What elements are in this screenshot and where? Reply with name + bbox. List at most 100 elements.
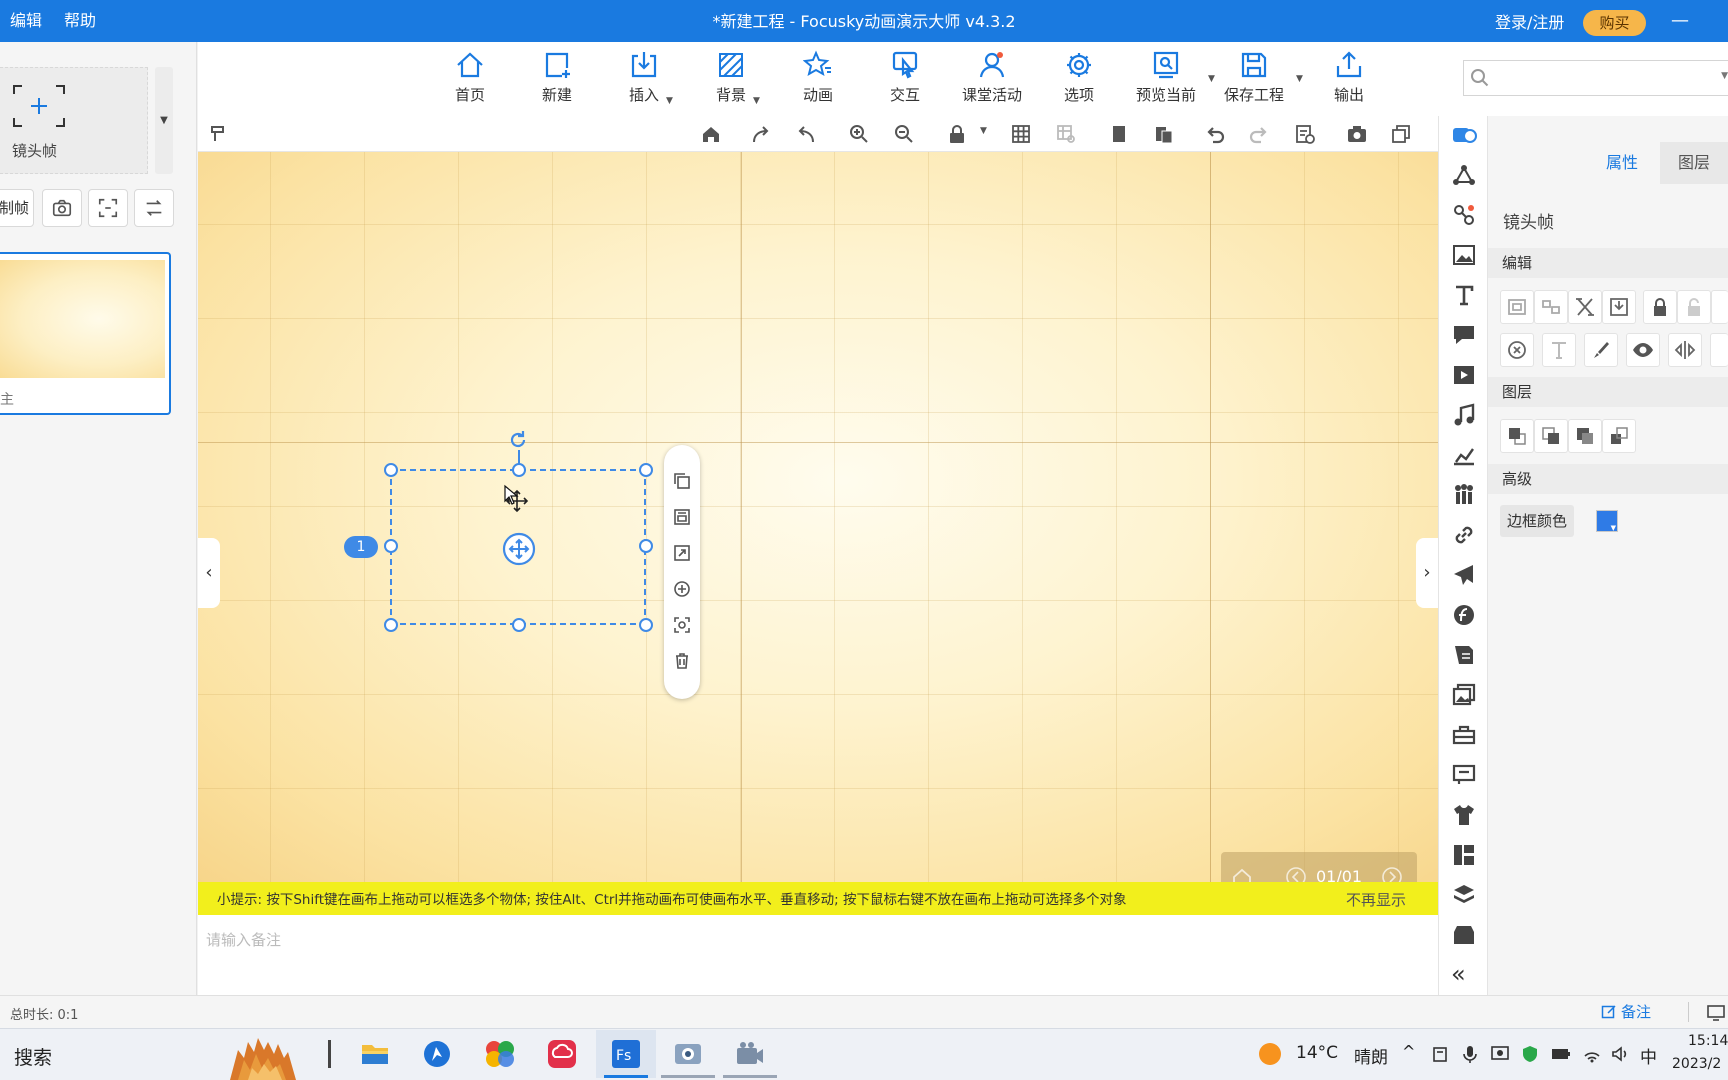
send-backward-button[interactable]: [1568, 419, 1602, 453]
screen-icon[interactable]: [1706, 1004, 1726, 1022]
unlock-object-button[interactable]: [1677, 290, 1711, 324]
add-frame-button[interactable]: 镜头帧: [0, 67, 148, 174]
resize-handle-se[interactable]: [639, 618, 653, 632]
shapes-icon[interactable]: [1451, 162, 1477, 188]
smartart-icon[interactable]: [1451, 202, 1477, 228]
tray-battery-icon[interactable]: [1550, 1044, 1572, 1064]
tip-dismiss-link[interactable]: 不再显示: [1346, 882, 1406, 915]
taskbar-file-explorer[interactable]: [346, 1030, 406, 1078]
taskbar-search[interactable]: 搜索: [14, 1043, 52, 1070]
search-dropdown-icon[interactable]: ▼: [1721, 71, 1728, 81]
frame-background-icon[interactable]: [672, 507, 692, 527]
copy-frame-button[interactable]: 制帧: [0, 189, 34, 227]
tray-ime-indicator[interactable]: 中: [1640, 1043, 1657, 1068]
rotate-handle-icon[interactable]: [506, 428, 530, 452]
undo-icon[interactable]: [1204, 123, 1226, 145]
minimize-button[interactable]: —: [1665, 8, 1695, 34]
snap-grid-icon[interactable]: [1055, 123, 1077, 145]
edit-btn-more[interactable]: [1711, 290, 1728, 324]
video-icon[interactable]: [1451, 362, 1477, 388]
ribbon-home-button[interactable]: 首页: [430, 50, 510, 112]
taskbar-focusky[interactable]: Fs: [596, 1030, 656, 1078]
collapse-panel-icon[interactable]: «: [1451, 960, 1466, 988]
weather-condition[interactable]: 晴朗: [1354, 1043, 1388, 1068]
frame-thumbnail[interactable]: 主: [0, 252, 171, 415]
toolbox-icon[interactable]: [1451, 722, 1477, 748]
tray-microphone-icon[interactable]: [1460, 1044, 1480, 1064]
resize-handle-nw[interactable]: [384, 463, 398, 477]
ribbon-export-button[interactable]: 输出: [1309, 50, 1389, 112]
ribbon-insert-button[interactable]: 插入 ▼: [604, 50, 684, 112]
resize-handle-ne[interactable]: [639, 463, 653, 477]
copy-icon[interactable]: [1108, 123, 1130, 145]
frame-focus-icon[interactable]: [672, 615, 692, 635]
home-view-icon[interactable]: [700, 123, 722, 145]
lock-dropdown-icon[interactable]: ▼: [980, 126, 987, 136]
ribbon-interact-button[interactable]: 交互: [865, 50, 945, 112]
taskbar-app-2[interactable]: [408, 1030, 468, 1078]
canvas[interactable]: [198, 152, 1438, 882]
tray-wifi-icon[interactable]: [1582, 1044, 1602, 1064]
ribbon-classroom-button[interactable]: 课堂活动: [952, 50, 1032, 112]
grid-icon[interactable]: [1010, 123, 1032, 145]
taskbar-app-6[interactable]: [658, 1030, 718, 1078]
text-icon[interactable]: [1451, 282, 1477, 308]
menu-help[interactable]: 帮助: [64, 0, 96, 42]
edit-btn-5[interactable]: [1500, 333, 1534, 367]
frame-number-badge[interactable]: 1: [344, 536, 378, 558]
add-frame-dropdown[interactable]: ▼: [155, 67, 173, 174]
canvas-left-arrow[interactable]: ‹: [198, 538, 220, 608]
login-register-link[interactable]: 登录/注册: [1495, 0, 1564, 42]
document-icon[interactable]: [1451, 642, 1477, 668]
paste-icon[interactable]: [1153, 123, 1175, 145]
zoom-out-icon[interactable]: [893, 123, 915, 145]
resize-handle-w[interactable]: [384, 539, 398, 553]
resize-handle-s[interactable]: [512, 618, 526, 632]
layers-icon[interactable]: [1451, 882, 1477, 908]
edit-btn-3[interactable]: [1568, 290, 1602, 324]
history-icon[interactable]: [1294, 123, 1316, 145]
notes-area[interactable]: [198, 915, 1438, 995]
bring-forward-button[interactable]: [1534, 419, 1568, 453]
taskbar-app-7[interactable]: [720, 1030, 780, 1078]
tray-usb-icon[interactable]: [1430, 1044, 1450, 1064]
move-handle-icon[interactable]: [502, 532, 536, 566]
tray-clock-date[interactable]: 2023/2: [1672, 1056, 1721, 1072]
ribbon-animation-button[interactable]: 动画: [778, 50, 858, 112]
window-mode-icon[interactable]: [1390, 123, 1412, 145]
gallery-icon[interactable]: [1451, 682, 1477, 708]
edit-btn-7[interactable]: [1584, 333, 1618, 367]
save-caret-icon[interactable]: ▼: [1296, 74, 1303, 84]
flash-icon[interactable]: [1451, 602, 1477, 628]
frame-copy-icon[interactable]: [672, 471, 692, 491]
ribbon-new-button[interactable]: 新建: [517, 50, 597, 112]
frame-add-icon-small[interactable]: [672, 579, 692, 599]
resize-handle-e[interactable]: [639, 539, 653, 553]
chart-icon[interactable]: [1451, 442, 1477, 468]
edit-btn-2[interactable]: [1534, 290, 1568, 324]
lock-object-button[interactable]: [1643, 290, 1677, 324]
search-input[interactable]: ▼: [1463, 60, 1728, 96]
buy-button[interactable]: 购买: [1583, 10, 1646, 36]
layout-icon[interactable]: [1451, 842, 1477, 868]
image-icon[interactable]: [1451, 242, 1477, 268]
resize-handle-n[interactable]: [512, 463, 526, 477]
frame-expand-icon[interactable]: [672, 543, 692, 563]
tray-volume-icon[interactable]: [1610, 1044, 1630, 1064]
tab-properties[interactable]: 属性: [1584, 142, 1660, 184]
edit-btn-6[interactable]: [1542, 333, 1576, 367]
edit-btn-9[interactable]: [1668, 333, 1702, 367]
rotate-right-icon[interactable]: [750, 123, 772, 145]
snapshot-frame-button[interactable]: [42, 189, 82, 227]
ribbon-save-button[interactable]: 保存工程 ▼: [1214, 50, 1303, 112]
music-icon[interactable]: [1451, 402, 1477, 428]
screenshot-camera-icon[interactable]: [1346, 123, 1368, 145]
link-icon[interactable]: [1451, 522, 1477, 548]
speech-bubble-icon[interactable]: [1451, 322, 1477, 348]
send-to-back-button[interactable]: [1602, 419, 1636, 453]
edit-btn-4[interactable]: [1602, 290, 1636, 324]
bring-to-front-button[interactable]: [1500, 419, 1534, 453]
tray-security-shield-icon[interactable]: [1520, 1044, 1540, 1064]
resize-handle-sw[interactable]: [384, 618, 398, 632]
frame-shapes-icon[interactable]: [1451, 122, 1477, 148]
